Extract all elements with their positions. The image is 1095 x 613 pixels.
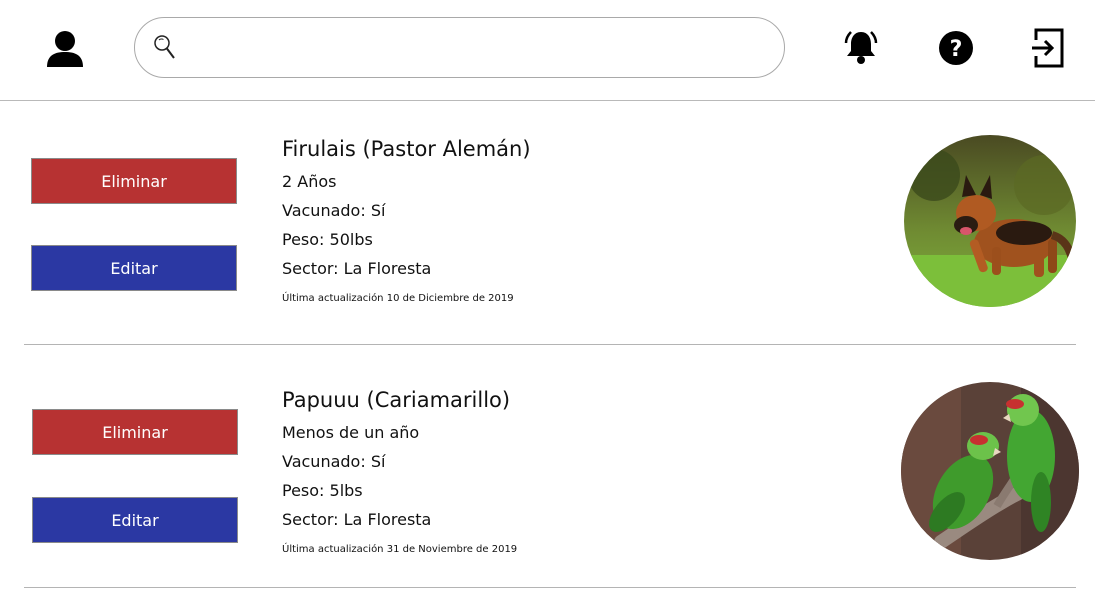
edit-button[interactable]: Editar bbox=[31, 245, 237, 291]
help-button[interactable]: ? bbox=[937, 29, 975, 67]
search-icon bbox=[153, 34, 177, 66]
delete-button[interactable]: Eliminar bbox=[31, 158, 237, 204]
help-icon: ? bbox=[939, 31, 973, 65]
pet-age: Menos de un año bbox=[282, 423, 420, 442]
pet-card: Eliminar Editar Papuuu (Cariamarillo) Me… bbox=[0, 346, 1095, 591]
edit-button[interactable]: Editar bbox=[32, 497, 238, 543]
delete-button[interactable]: Eliminar bbox=[32, 409, 238, 455]
pet-card: Eliminar Editar Firulais (Pastor Alemán)… bbox=[0, 101, 1095, 346]
pet-name: Papuuu (Cariamarillo) bbox=[282, 388, 511, 412]
card-divider bbox=[24, 344, 1076, 345]
notifications-button[interactable] bbox=[841, 28, 881, 68]
top-bar: ? bbox=[0, 0, 1095, 101]
pet-info: Firulais (Pastor Alemán) 2 Años Vacunado… bbox=[282, 136, 842, 316]
pet-photo-parrots bbox=[901, 382, 1079, 560]
logout-button[interactable] bbox=[1031, 28, 1067, 68]
pet-weight: Peso: 5lbs bbox=[282, 481, 363, 500]
bell-icon bbox=[844, 31, 878, 64]
pet-info: Papuuu (Cariamarillo) Menos de un año Va… bbox=[282, 387, 842, 567]
pet-weight: Peso: 50lbs bbox=[282, 230, 373, 249]
pet-vaccinated: Vacunado: Sí bbox=[282, 452, 386, 471]
svg-text:?: ? bbox=[950, 37, 963, 62]
pet-age: 2 Años bbox=[282, 172, 337, 191]
logout-icon bbox=[1032, 28, 1064, 68]
card-divider bbox=[24, 587, 1076, 588]
pet-sector: Sector: La Floresta bbox=[282, 510, 432, 529]
pet-sector: Sector: La Floresta bbox=[282, 259, 432, 278]
user-icon bbox=[47, 31, 83, 67]
pet-photo-dog bbox=[904, 135, 1076, 307]
profile-button[interactable] bbox=[44, 28, 86, 70]
pet-last-updated: Última actualización 31 de Noviembre de … bbox=[282, 544, 518, 555]
pet-vaccinated: Vacunado: Sí bbox=[282, 201, 386, 220]
search-input[interactable] bbox=[187, 28, 751, 70]
pet-name: Firulais (Pastor Alemán) bbox=[282, 137, 531, 161]
search-bar[interactable] bbox=[134, 17, 785, 78]
pet-last-updated: Última actualización 10 de Diciembre de … bbox=[282, 293, 514, 304]
